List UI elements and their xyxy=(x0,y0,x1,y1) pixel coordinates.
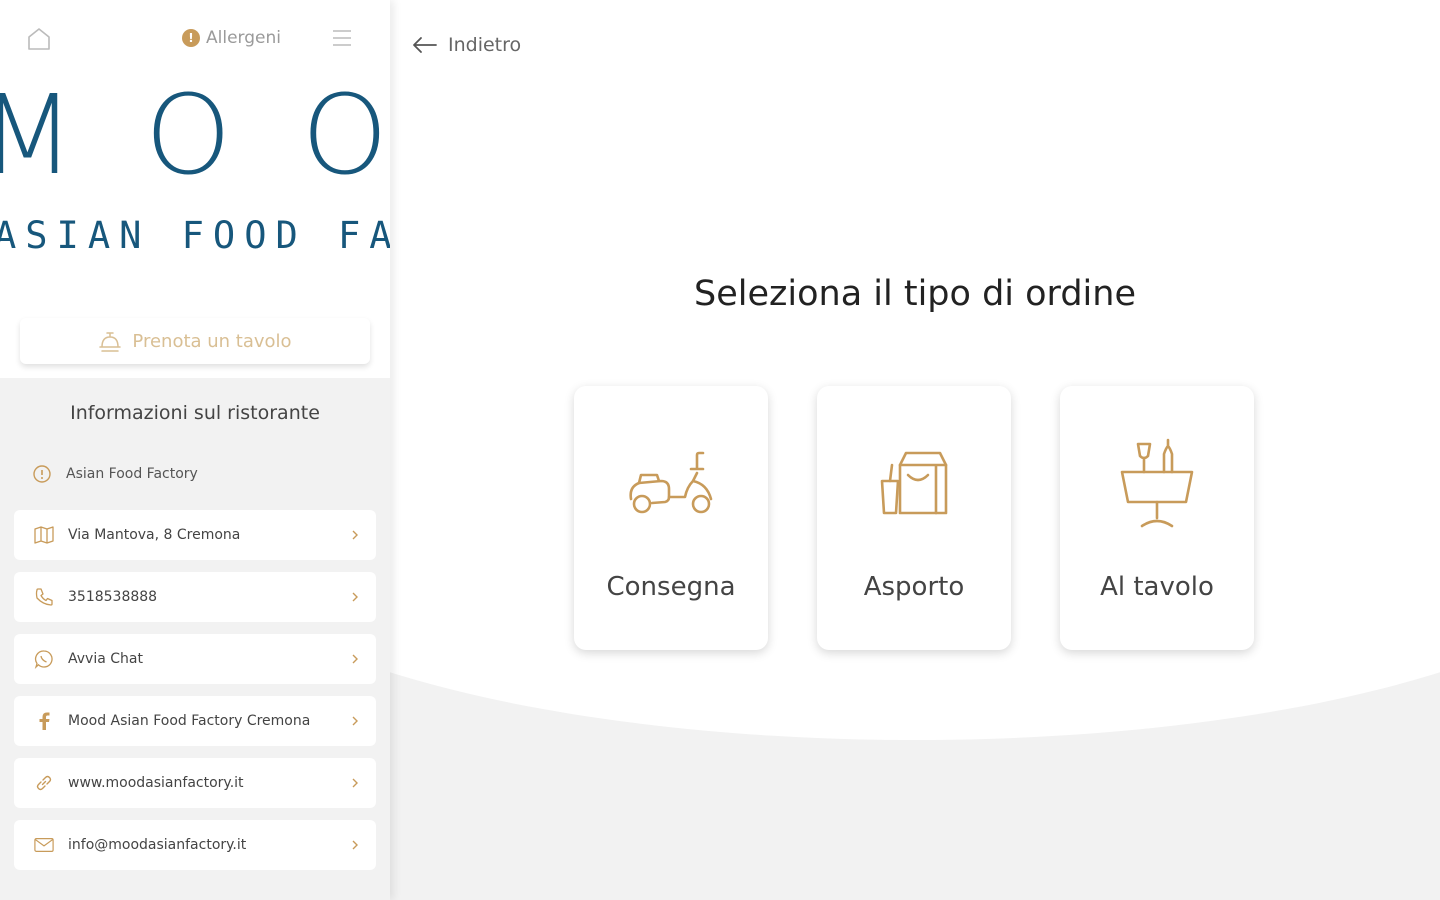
reserve-label: Prenota un tavolo xyxy=(132,330,292,352)
chevron-right-icon xyxy=(352,592,358,602)
link-icon xyxy=(36,775,52,791)
allergeni-link[interactable]: ! Allergeni xyxy=(182,28,281,48)
order-option-takeaway[interactable]: Asporto xyxy=(817,386,1011,650)
order-option-label: Consegna xyxy=(606,572,736,602)
scooter-icon xyxy=(629,451,713,514)
restaurant-name-row: Asian Food Factory xyxy=(32,464,198,484)
back-label: Indietro xyxy=(448,34,522,56)
chevron-right-icon xyxy=(352,530,358,540)
info-item-label: Via Mantova, 8 Cremona xyxy=(68,527,241,543)
bell-icon xyxy=(99,332,122,352)
info-item-label: 3518538888 xyxy=(68,589,158,605)
reserve-table-button[interactable]: Prenota un tavolo xyxy=(20,318,370,364)
info-icon: ! xyxy=(182,29,200,47)
facebook-icon xyxy=(39,712,50,730)
info-item-whatsapp[interactable]: Avvia Chat xyxy=(14,634,376,684)
info-item-phone[interactable]: 3518538888 xyxy=(14,572,376,622)
table-icon xyxy=(1120,438,1194,528)
mail-icon xyxy=(34,838,54,852)
logo-word: MOOD xyxy=(0,71,390,199)
arrow-left-icon xyxy=(413,37,437,53)
back-button[interactable]: Indietro xyxy=(412,34,521,56)
order-option-label: Al tavolo xyxy=(1100,572,1214,602)
chevron-right-icon xyxy=(352,716,358,726)
info-item-label: Avvia Chat xyxy=(68,651,143,667)
sidebar-topbar: ! Allergeni xyxy=(0,22,390,58)
restaurant-name: Asian Food Factory xyxy=(66,466,198,482)
order-option-label: Asporto xyxy=(863,572,965,602)
chevron-right-icon xyxy=(352,654,358,664)
allergeni-label: Allergeni xyxy=(206,28,281,48)
sidebar-header: ! Allergeni MOOD ASIAN FOOD FACTORY Pren… xyxy=(0,0,390,378)
order-option-delivery[interactable]: Consegna xyxy=(574,386,768,650)
chevron-right-icon xyxy=(352,840,358,850)
main-panel: Indietro Seleziona il tipo di ordine Con… xyxy=(390,0,1440,900)
order-option-table[interactable]: Al tavolo xyxy=(1060,386,1254,650)
order-type-options: Consegna Asporto Al tavolo xyxy=(574,386,1254,650)
info-circle-icon xyxy=(33,465,51,483)
info-item-label: Mood Asian Food Factory Cremona xyxy=(68,713,311,729)
whatsapp-icon xyxy=(34,650,53,669)
map-icon xyxy=(34,526,54,544)
info-item-label: info@moodasianfactory.it xyxy=(68,837,247,853)
home-icon[interactable] xyxy=(26,26,52,52)
takeaway-bag-icon xyxy=(880,451,948,515)
info-title: Informazioni sul ristorante xyxy=(70,402,320,424)
info-item-email[interactable]: info@moodasianfactory.it xyxy=(14,820,376,870)
info-item-address[interactable]: Via Mantova, 8 Cremona xyxy=(14,510,376,560)
info-item-website[interactable]: www.moodasianfactory.it xyxy=(14,758,376,808)
info-item-label: www.moodasianfactory.it xyxy=(68,775,244,791)
hamburger-menu-icon[interactable] xyxy=(332,28,352,48)
page-title: Seleziona il tipo di ordine xyxy=(694,274,1136,314)
logo-subtitle: ASIAN FOOD FACTORY xyxy=(0,214,390,257)
phone-icon xyxy=(35,588,53,606)
chevron-right-icon xyxy=(352,778,358,788)
info-list: Via Mantova, 8 Cremona 3518538888 Avvia … xyxy=(14,510,376,882)
sidebar: ! Allergeni MOOD ASIAN FOOD FACTORY Pren… xyxy=(0,0,390,900)
info-item-facebook[interactable]: Mood Asian Food Factory Cremona xyxy=(14,696,376,746)
